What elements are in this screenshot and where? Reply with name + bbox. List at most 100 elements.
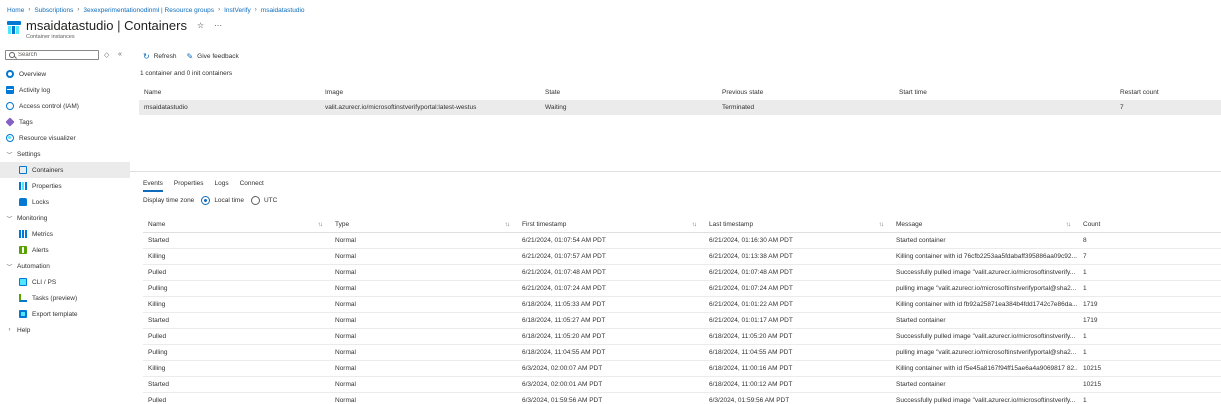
sidebar-item-overview[interactable]: Overview xyxy=(0,66,130,82)
tab-properties[interactable]: Properties xyxy=(174,176,204,190)
table-row[interactable]: Killing Normal 6/3/2024, 02:00:07 AM PDT 6/… xyxy=(143,361,1221,377)
sidebar-item-label: Resource visualizer xyxy=(19,134,76,142)
iam-icon xyxy=(6,102,14,110)
breadcrumb-resource-groups[interactable]: 3exexperimentationodinml | Resource grou… xyxy=(83,7,214,14)
table-row[interactable]: Started Normal 6/18/2024, 11:05:27 AM PDT 6… xyxy=(143,313,1221,329)
sidebar-item-export-template[interactable]: Export template xyxy=(0,306,130,322)
chevron-right-icon: › xyxy=(8,327,11,333)
table-row[interactable]: Pulled Normal 6/3/2024, 01:59:56 AM PDT 6/3… xyxy=(143,393,1221,404)
sidebar-item-alerts[interactable]: Alerts xyxy=(0,242,130,258)
sort-icon[interactable]: ↑↓ xyxy=(318,221,323,228)
chevron-down-icon: ﹀ xyxy=(6,264,13,271)
event-message: Started container xyxy=(896,317,946,324)
tab-logs[interactable]: Logs xyxy=(215,176,229,190)
sidebar-group-automation[interactable]: ﹀ Automation xyxy=(0,258,130,274)
container-restart-count: 7 xyxy=(1120,104,1124,111)
more-options-icon[interactable]: ··· xyxy=(214,21,222,30)
column-header-message[interactable]: Message ↑↓ xyxy=(891,221,1078,228)
column-header-restart-count: Restart count xyxy=(1120,88,1159,96)
container-name: msaidatastudio xyxy=(144,104,188,111)
sidebar-item-label: Metrics xyxy=(32,230,53,238)
event-first-timestamp: 6/3/2024, 02:00:07 AM PDT xyxy=(522,365,603,372)
export-template-icon xyxy=(19,310,27,318)
event-last-timestamp: 6/21/2024, 01:07:48 AM PDT xyxy=(709,269,793,276)
sidebar-item-tags[interactable]: Tags xyxy=(0,114,130,130)
sidebar-item-label: Properties xyxy=(32,182,62,190)
sidebar-item-access-control[interactable]: Access control (IAM) xyxy=(0,98,130,114)
radio-utc[interactable] xyxy=(250,195,260,205)
sidebar-search-box[interactable] xyxy=(5,50,99,60)
event-first-timestamp: 6/21/2024, 01:07:48 AM PDT xyxy=(522,269,606,276)
sidebar-group-label: Automation xyxy=(17,262,50,270)
table-row[interactable]: Pulling Normal 6/18/2024, 11:04:55 AM PDT 6… xyxy=(143,345,1221,361)
metrics-icon xyxy=(19,230,27,238)
breadcrumb-resource-group[interactable]: InstVerify xyxy=(224,7,251,14)
table-row[interactable]: Started Normal 6/21/2024, 01:07:54 AM PDT 6… xyxy=(143,233,1221,249)
refresh-button[interactable]: ↻ Refresh xyxy=(143,52,176,61)
sidebar-item-activity-log[interactable]: Activity log xyxy=(0,82,130,98)
event-type: Normal xyxy=(335,237,356,244)
table-row[interactable]: Pulling Normal 6/21/2024, 01:07:24 AM PDT 6… xyxy=(143,281,1221,297)
table-row[interactable]: Killing Normal 6/18/2024, 11:05:33 AM PDT 6… xyxy=(143,297,1221,313)
give-feedback-button[interactable]: ✎ Give feedback xyxy=(186,52,238,61)
breadcrumb-resource[interactable]: msaidatastudio xyxy=(261,7,305,14)
page-header: msaidatastudio | Containers Container in… xyxy=(7,18,222,40)
sort-icon[interactable]: ↑↓ xyxy=(879,221,884,228)
sidebar-item-cli-ps[interactable]: CLI / PS xyxy=(0,274,130,290)
tab-events[interactable]: Events xyxy=(143,176,163,192)
sidebar-search-input[interactable] xyxy=(18,52,98,58)
sidebar-item-locks[interactable]: Locks xyxy=(0,194,130,210)
event-count: 7 xyxy=(1083,253,1087,260)
table-row[interactable]: msaidatastudio valit.azurecr.io/microsof… xyxy=(139,100,1221,115)
radio-utc-label[interactable]: UTC xyxy=(264,197,277,204)
sidebar-group-help[interactable]: › Help xyxy=(0,322,130,338)
table-row[interactable]: Pulled Normal 6/21/2024, 01:07:48 AM PDT 6/… xyxy=(143,265,1221,281)
event-name: Killing xyxy=(148,253,166,260)
search-icon xyxy=(9,52,15,58)
sort-icon[interactable]: ↑↓ xyxy=(1066,221,1071,228)
main-content: ↻ Refresh ✎ Give feedback 1 container an… xyxy=(130,48,1221,404)
radio-local-time[interactable] xyxy=(201,195,211,205)
table-row[interactable]: Pulled Normal 6/18/2024, 11:05:20 AM PDT 6/… xyxy=(143,329,1221,345)
resource-visualizer-icon xyxy=(6,134,14,142)
radio-local-time-label[interactable]: Local time xyxy=(214,197,244,204)
tab-connect[interactable]: Connect xyxy=(240,176,264,190)
event-last-timestamp: 6/18/2024, 11:00:16 AM PDT xyxy=(709,365,793,372)
container-state: Waiting xyxy=(545,104,567,111)
sidebar-item-tasks[interactable]: Tasks (preview) xyxy=(0,290,130,306)
event-type: Normal xyxy=(335,365,356,372)
table-row[interactable]: Killing Normal 6/21/2024, 01:07:57 AM PDT 6… xyxy=(143,249,1221,265)
collapse-sidebar-icon[interactable]: « xyxy=(118,51,122,58)
sort-icon[interactable]: ↑↓ xyxy=(692,221,697,228)
expand-collapse-icon[interactable]: ◇ xyxy=(104,51,109,59)
sidebar-item-properties[interactable]: Properties xyxy=(0,178,130,194)
favorite-star-icon[interactable]: ☆ xyxy=(197,21,204,30)
event-first-timestamp: 6/18/2024, 11:05:27 AM PDT xyxy=(522,317,606,324)
time-zone-selector: Display time zone Local time UTC xyxy=(143,194,277,206)
column-header-start-time: Start time xyxy=(899,88,927,96)
sidebar-item-label: Export template xyxy=(32,310,78,318)
sort-icon[interactable]: ↑↓ xyxy=(505,221,510,228)
events-table: Name ↑↓ Type ↑↓ First timestamp ↑↓ Last tim… xyxy=(143,217,1221,404)
event-count: 8 xyxy=(1083,237,1087,244)
sidebar-item-resource-visualizer[interactable]: Resource visualizer xyxy=(0,130,130,146)
sidebar-group-monitoring[interactable]: ﹀ Monitoring xyxy=(0,210,130,226)
column-header-first-timestamp[interactable]: First timestamp ↑↓ xyxy=(517,221,704,228)
event-type: Normal xyxy=(335,285,356,292)
sidebar-item-label: CLI / PS xyxy=(32,278,57,286)
sidebar-group-settings[interactable]: ﹀ Settings xyxy=(0,146,130,162)
table-row[interactable]: Started Normal 6/3/2024, 02:00:01 AM PDT 6/… xyxy=(143,377,1221,393)
sidebar-item-metrics[interactable]: Metrics xyxy=(0,226,130,242)
column-header-type[interactable]: Type ↑↓ xyxy=(330,221,517,228)
event-last-timestamp: 6/18/2024, 11:05:20 AM PDT xyxy=(709,333,793,340)
event-type: Normal xyxy=(335,253,356,260)
column-header-event-name[interactable]: Name ↑↓ xyxy=(143,221,330,228)
column-header-last-timestamp[interactable]: Last timestamp ↑↓ xyxy=(704,221,891,228)
sidebar-item-containers[interactable]: Containers xyxy=(0,162,130,178)
breadcrumb-home[interactable]: Home xyxy=(7,7,24,14)
breadcrumb-subscriptions[interactable]: Subscriptions xyxy=(34,7,73,14)
event-last-timestamp: 6/21/2024, 01:07:24 AM PDT xyxy=(709,285,793,292)
event-count: 1 xyxy=(1083,349,1087,356)
event-first-timestamp: 6/18/2024, 11:04:55 AM PDT xyxy=(522,349,606,356)
sidebar-item-label: Alerts xyxy=(32,246,49,254)
